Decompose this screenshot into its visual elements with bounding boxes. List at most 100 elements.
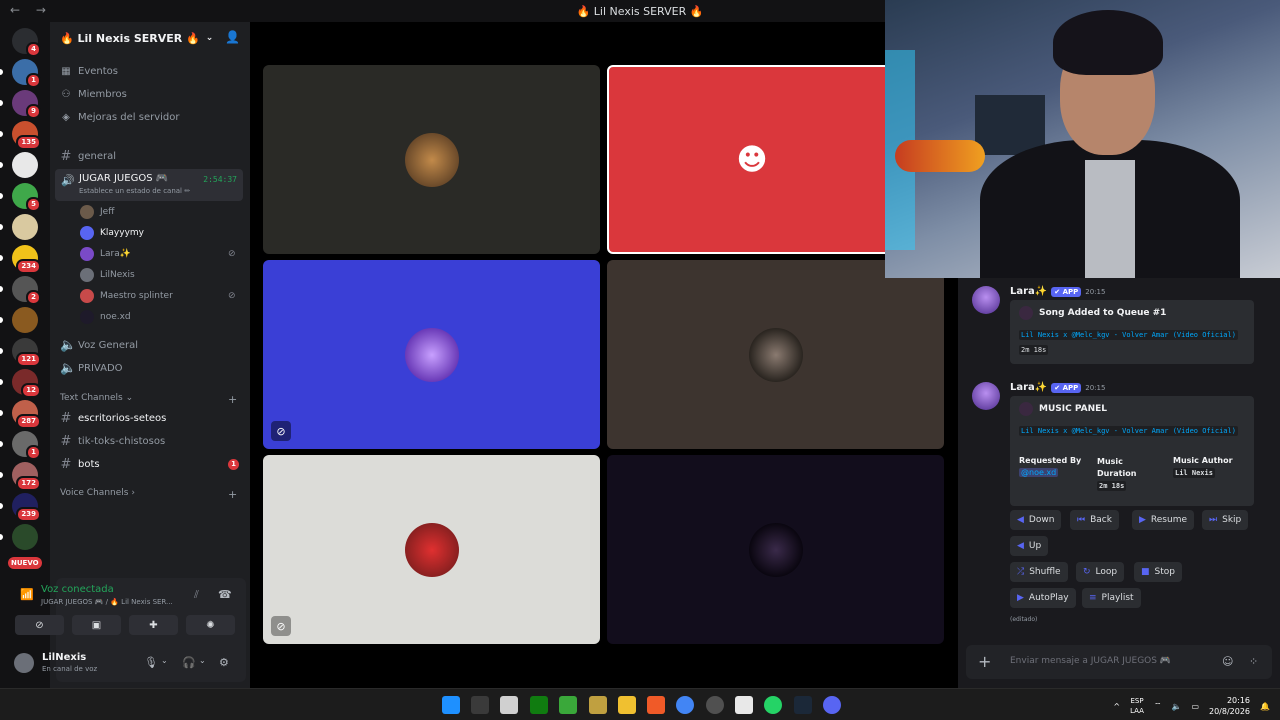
invite-people-icon[interactable]: 👤 — [225, 30, 240, 44]
server-header[interactable]: 🔥 Lil Nexis SERVER 🔥 ⌄ 👤 — [50, 22, 250, 54]
disconnect-icon[interactable]: ☎ — [218, 588, 232, 601]
noise-suppression-icon[interactable]: ⫽ — [194, 588, 199, 602]
notification-bell-icon[interactable]: 🔔 — [1260, 702, 1270, 711]
soundboard-button[interactable]: ✺ — [186, 615, 235, 635]
server-icon[interactable]: 4 — [12, 28, 41, 57]
clock[interactable]: 20:16 20/8/2026 — [1209, 695, 1250, 717]
language-indicator[interactable]: ESP LAA — [1130, 696, 1144, 716]
chevron-down-icon[interactable]: ⌄ — [161, 656, 168, 665]
xbox-icon[interactable] — [530, 696, 548, 714]
task-view-icon[interactable] — [471, 696, 489, 714]
voice-user[interactable]: Lara✨ ⊘ — [80, 245, 236, 263]
stop-button[interactable]: ■ Stop — [1134, 562, 1182, 582]
server-icon[interactable]: 287 — [12, 400, 41, 429]
user-avatar[interactable] — [14, 653, 34, 673]
author-avatar[interactable] — [972, 286, 1000, 314]
server-icon[interactable]: 121 — [12, 338, 41, 367]
up-button[interactable]: ◀ Up — [1010, 536, 1049, 556]
chevron-down-icon[interactable]: ⌄ — [199, 656, 206, 665]
server-icon[interactable]: 12 — [12, 369, 41, 398]
tray-overflow-icon[interactable]: ^ — [1113, 702, 1120, 711]
server-icon[interactable]: 5 — [12, 183, 41, 212]
camera-button[interactable]: ⊘ — [15, 615, 64, 635]
menu-members[interactable]: ⚇ Miembros — [60, 89, 127, 100]
voice-user[interactable]: Maestro splinter ⊘ — [80, 287, 236, 305]
brave-icon[interactable] — [647, 696, 665, 714]
channel-escritorios-seteos[interactable]: # escritorios-seteos — [60, 411, 167, 426]
category-voice-channels[interactable]: Voice Channels › + — [60, 488, 237, 501]
participant-tile-klayyymy[interactable]: ☻ — [607, 65, 897, 254]
resume-button[interactable]: ▶ Resume — [1132, 510, 1195, 530]
capcut-icon[interactable] — [735, 696, 753, 714]
game-icon[interactable] — [589, 696, 607, 714]
server-icon[interactable]: 1 — [12, 431, 41, 460]
voice-channel-jugar-juegos[interactable]: 🔊 JUGAR JUEGOS 🎮 Establece un estado de … — [55, 169, 243, 201]
discord-taskbar-icon[interactable] — [823, 696, 841, 714]
chrome-icon[interactable] — [676, 696, 694, 714]
back-button[interactable]: ⏮ Back — [1070, 510, 1119, 530]
screen-share-button[interactable]: ▣ — [72, 615, 121, 635]
channel-voz-general[interactable]: 🔈 Voz General — [60, 338, 138, 353]
activities-button[interactable]: ✚ — [129, 615, 178, 635]
volume-icon[interactable]: 🔈 — [1171, 702, 1181, 711]
voice-channel-status[interactable]: Establece un estado de canal ✏ — [79, 187, 190, 195]
voice-connected-subtitle[interactable]: JUGAR JUEGOS 🎮 / 🔥 Lil Nexis SER... — [41, 598, 173, 606]
minecraft-icon[interactable] — [559, 696, 577, 714]
participant-tile-lara[interactable]: ⊘ — [263, 260, 600, 449]
add-attachment-icon[interactable]: + — [978, 652, 991, 671]
participant-tile-lilnexis[interactable] — [607, 260, 944, 449]
server-icon[interactable]: 172 — [12, 462, 41, 491]
server-icon[interactable]: 2 — [12, 276, 41, 305]
voice-user[interactable]: LilNexis — [80, 266, 135, 284]
server-icon[interactable]: 135 — [12, 121, 41, 150]
voice-user[interactable]: noe.xd — [80, 308, 131, 326]
steam-icon[interactable] — [794, 696, 812, 714]
emoji-icon[interactable]: ☺ — [1222, 655, 1233, 668]
participant-tile-maestro-splinter[interactable]: ⊘ — [263, 455, 600, 644]
wifi-icon[interactable]: ⌔ — [1154, 701, 1162, 711]
autoplay-button[interactable]: ▶ AutoPlay — [1010, 588, 1076, 608]
app-icon[interactable] — [706, 696, 724, 714]
down-button[interactable]: ◀ Down — [1010, 510, 1062, 530]
apps-icon[interactable]: ⁘ — [1249, 655, 1258, 668]
author-avatar[interactable] — [972, 382, 1000, 410]
server-icon[interactable] — [12, 214, 38, 240]
add-channel-icon[interactable]: + — [228, 393, 237, 406]
server-icon[interactable]: 1 — [12, 59, 41, 88]
voice-user[interactable]: Jeff — [80, 203, 114, 221]
song-link[interactable]: Lil Nexis x @Melc_kgv - Volver Amar (Vid… — [1019, 426, 1238, 436]
microphone-icon[interactable]: 🎙 — [144, 656, 158, 669]
headphones-icon[interactable]: 🎧 — [182, 656, 196, 669]
start-icon[interactable] — [442, 696, 460, 714]
channel-privado[interactable]: 🔈 PRIVADO — [60, 361, 123, 376]
channel-tik-toks-chistosos[interactable]: # tik-toks-chistosos — [60, 434, 166, 449]
store-icon[interactable] — [500, 696, 518, 714]
channel-general[interactable]: # general — [60, 149, 116, 164]
server-icon[interactable]: 239 — [12, 493, 41, 522]
voice-user[interactable]: Klayyymy — [80, 224, 144, 242]
category-text-channels[interactable]: Text Channels ⌄ + — [60, 393, 237, 406]
shuffle-button[interactable]: ⤮ Shuffle — [1010, 562, 1068, 582]
server-icon[interactable]: 9 — [12, 90, 41, 119]
server-icon[interactable] — [12, 524, 38, 550]
menu-boosts[interactable]: ◈ Mejoras del servidor — [60, 112, 179, 123]
battery-icon[interactable]: ▭ — [1191, 702, 1199, 711]
settings-gear-icon[interactable]: ⚙ — [219, 656, 229, 669]
participant-tile-noe[interactable] — [607, 455, 944, 644]
participant-tile-jeff[interactable] — [263, 65, 600, 254]
server-icon[interactable] — [12, 152, 38, 178]
server-icon[interactable]: 234 — [12, 245, 41, 274]
server-icon[interactable] — [12, 307, 38, 333]
loop-button[interactable]: ↻ Loop — [1076, 562, 1125, 582]
author-name[interactable]: Lara✨ — [1010, 382, 1047, 393]
channel-bots[interactable]: # bots — [60, 457, 100, 472]
nav-arrows[interactable]: ← → — [10, 3, 52, 17]
message-input[interactable]: + Enviar mensaje a JUGAR JUEGOS 🎮 ☺ ⁘ — [966, 645, 1272, 679]
add-channel-icon[interactable]: + — [228, 488, 237, 501]
whatsapp-icon[interactable] — [764, 696, 782, 714]
song-link[interactable]: Lil Nexis x @Melc_kgv - Volver Amar (Vid… — [1019, 330, 1238, 340]
author-name[interactable]: Lara✨ — [1010, 286, 1047, 297]
file-explorer-icon[interactable] — [618, 696, 636, 714]
menu-events[interactable]: ▦ Eventos — [60, 66, 118, 77]
skip-button[interactable]: ⏭ Skip — [1202, 510, 1249, 530]
